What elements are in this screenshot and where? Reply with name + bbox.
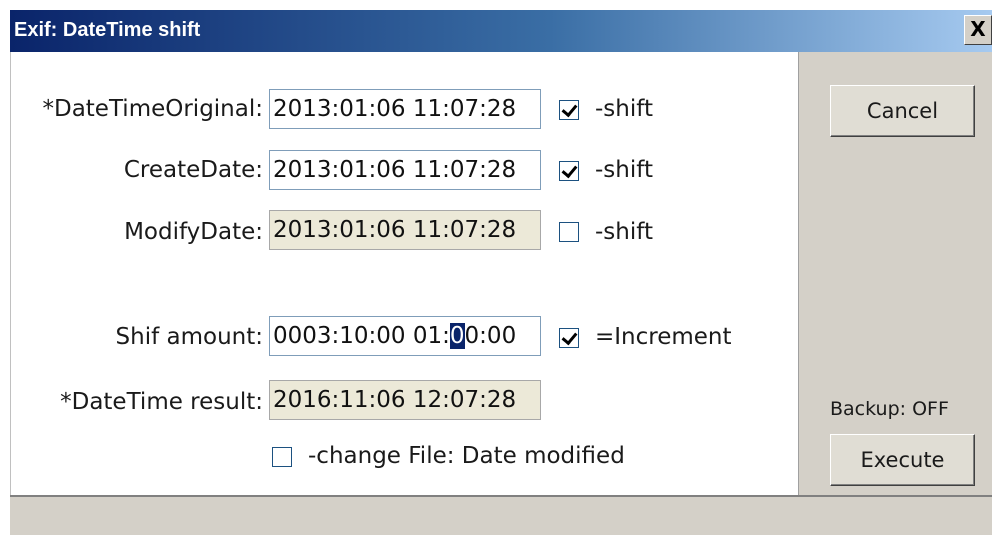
shift-amount-selected-digit: 0 [449, 323, 465, 349]
date-time-original-shift-checkbox[interactable] [559, 100, 579, 120]
cancel-button[interactable]: Cancel [830, 85, 975, 137]
modify-date-shift-checkbox[interactable] [559, 222, 579, 242]
window-title: Exif: DateTime shift [14, 19, 201, 41]
modify-date-label: ModifyDate: [124, 219, 263, 245]
date-time-original-input[interactable]: 2013:01:06 11:07:28 [269, 89, 541, 129]
datetime-result-output: 2016:11:06 12:07:28 [269, 380, 541, 420]
shift-amount-label: Shif amount: [115, 324, 263, 350]
shift-amount-value-before: 0003:10:00 01: [273, 323, 450, 349]
create-date-input[interactable]: 2013:01:06 11:07:28 [269, 150, 541, 190]
date-time-original-shift-label: -shift [595, 96, 653, 122]
date-time-original-label: *DateTimeOriginal: [42, 96, 263, 122]
shift-amount-value-after: 0:00 [464, 323, 517, 349]
create-date-shift-checkbox[interactable] [559, 161, 579, 181]
status-bar [10, 495, 992, 535]
title-bar: Exif: DateTime shift X [10, 10, 992, 52]
increment-label: =Increment [595, 324, 732, 350]
close-button[interactable]: X [964, 15, 992, 45]
change-file-date-checkbox[interactable] [272, 447, 292, 467]
change-file-date-label: -change File: Date modified [308, 443, 625, 469]
create-date-shift-label: -shift [595, 157, 653, 183]
backup-status: Backup: OFF [830, 398, 949, 420]
exif-datetime-shift-dialog: Exif: DateTime shift X *DateTimeOriginal… [0, 0, 992, 535]
increment-checkbox[interactable] [559, 328, 579, 348]
execute-button[interactable]: Execute [830, 434, 975, 486]
datetime-result-label: *DateTime result: [60, 389, 263, 415]
create-date-label: CreateDate: [123, 157, 263, 183]
modify-date-input[interactable]: 2013:01:06 11:07:28 [269, 210, 541, 250]
modify-date-shift-label: -shift [595, 219, 653, 245]
shift-amount-input[interactable]: 0003:10:00 01:00:00 [269, 316, 541, 356]
